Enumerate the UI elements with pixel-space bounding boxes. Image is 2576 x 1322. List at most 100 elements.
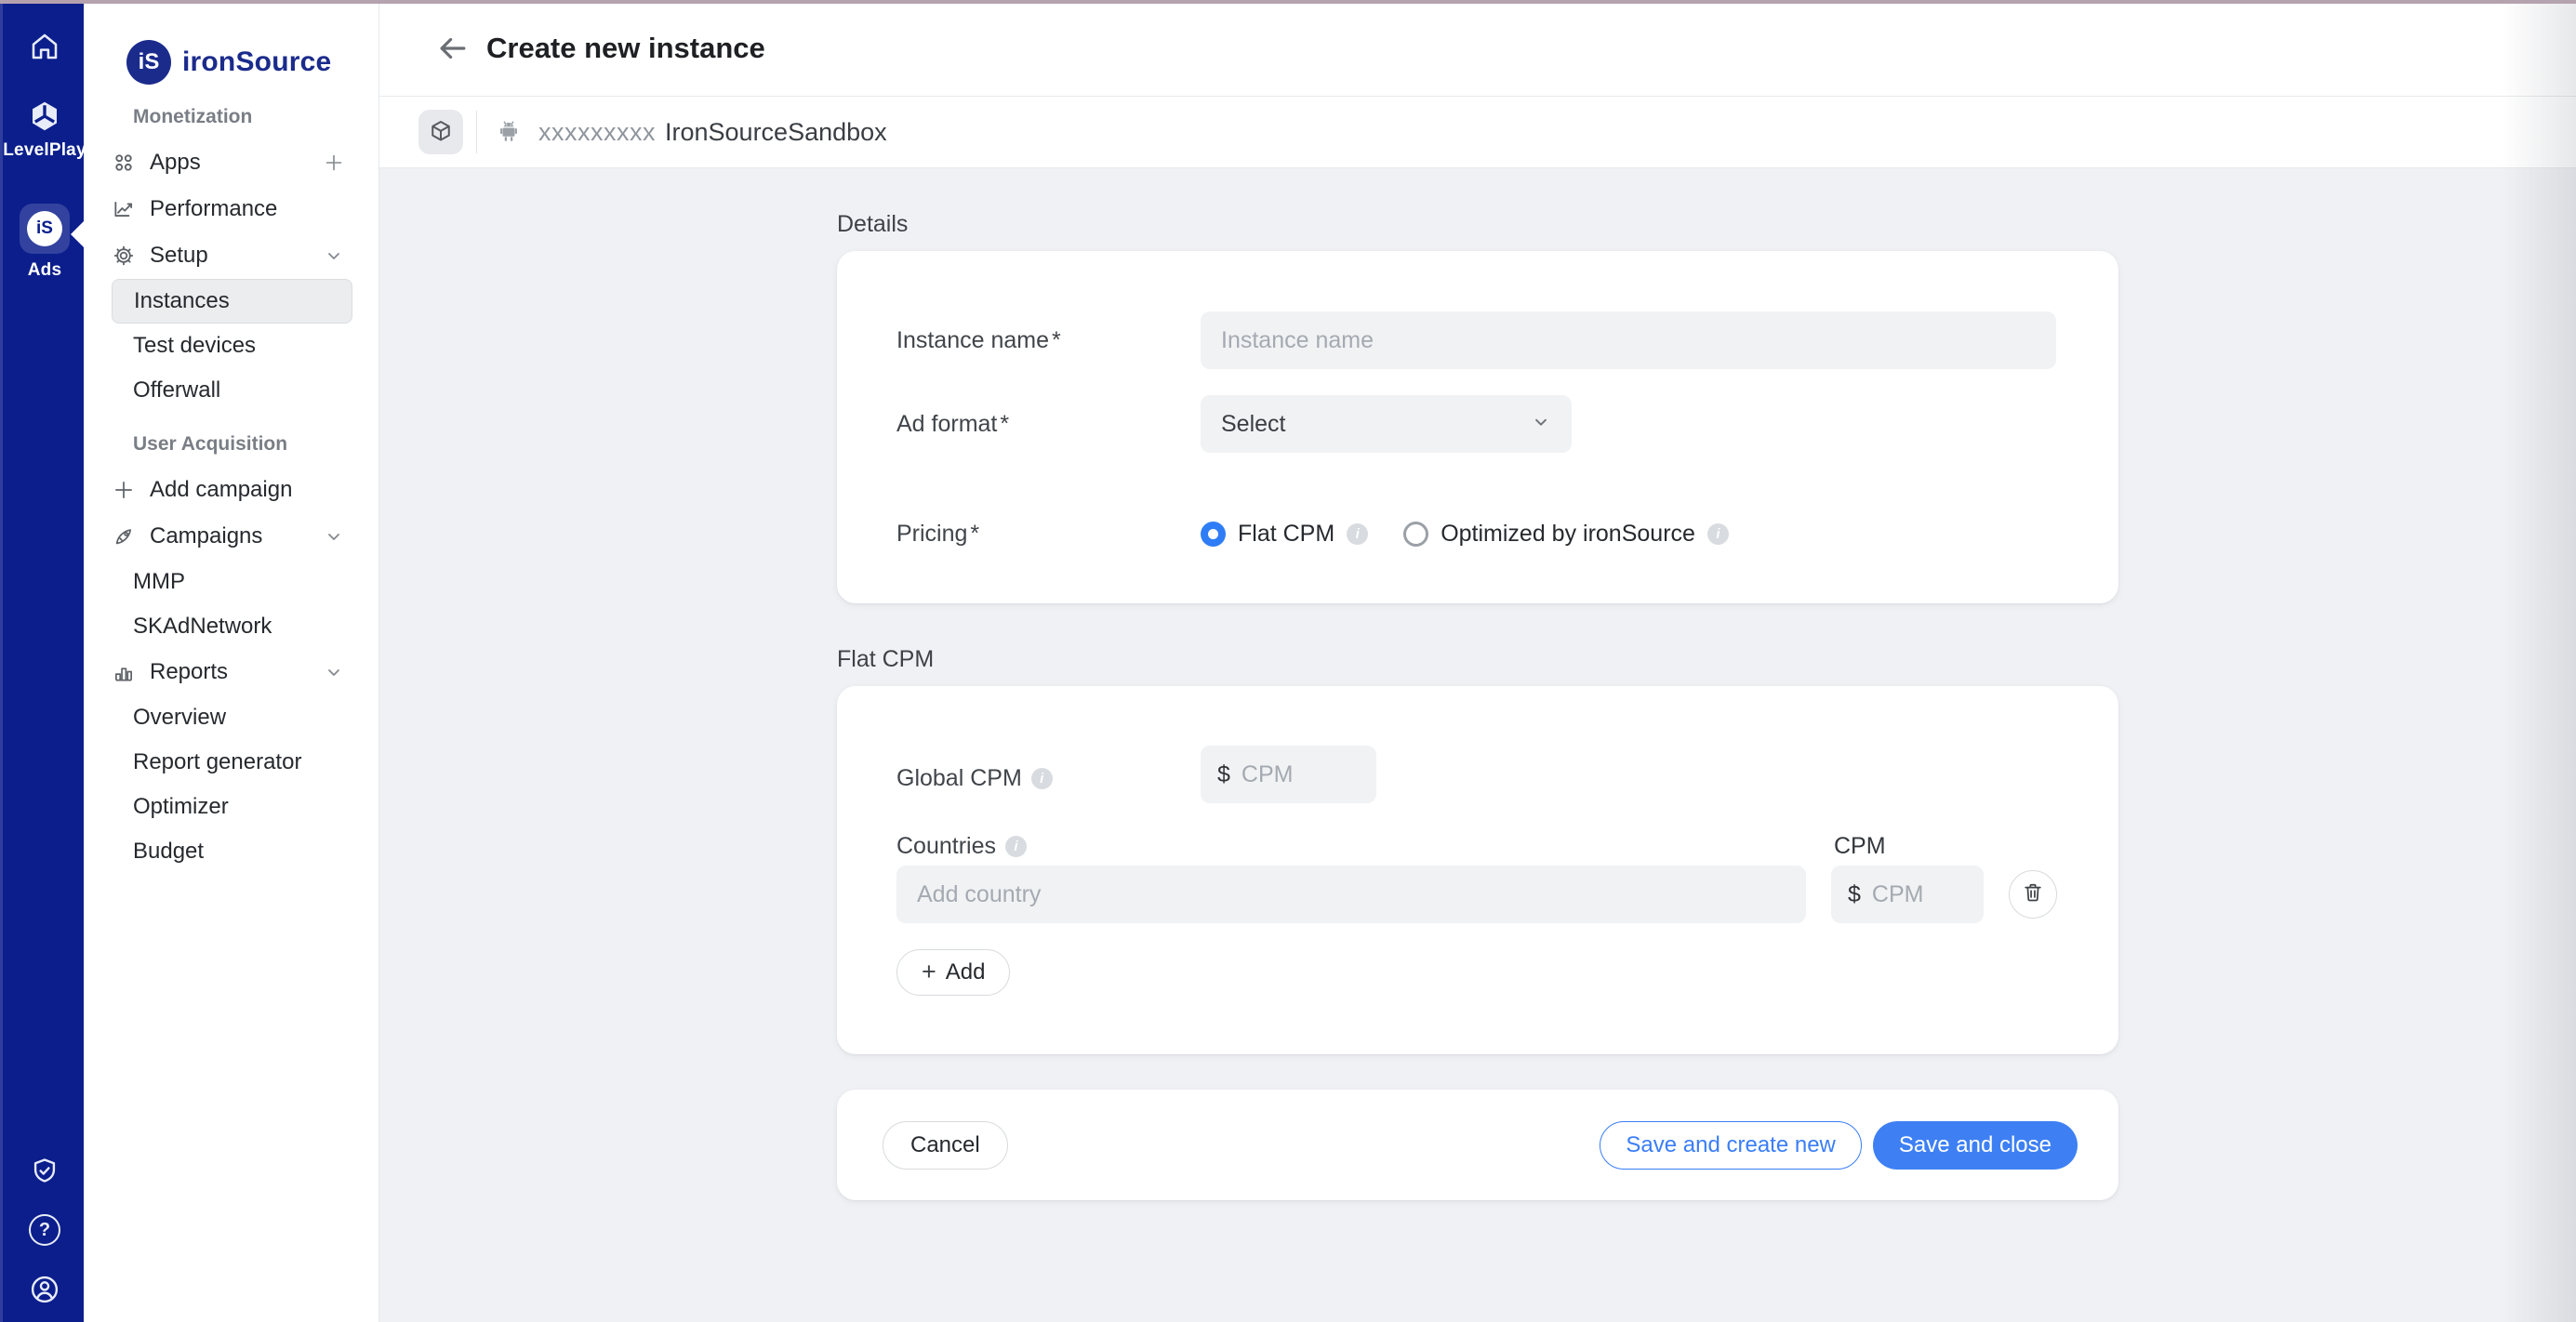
rail-item-label: LevelPlay xyxy=(3,140,86,161)
pricing-label: Pricing* xyxy=(896,521,979,548)
ad-format-label: Ad format* xyxy=(896,411,1009,438)
pricing-option-flat-cpm[interactable]: Flat CPM i xyxy=(1201,521,1368,548)
delete-country-row-button[interactable] xyxy=(2009,870,2057,919)
sidebar-item-report-generator[interactable]: Report generator xyxy=(112,740,352,785)
sidebar-item-optimizer[interactable]: Optimizer xyxy=(112,785,352,829)
app-rail: LevelPlay iS Ads ? xyxy=(0,0,84,1322)
country-cpm-input[interactable] xyxy=(1872,881,1967,908)
rail-item-label: Ads xyxy=(28,260,62,281)
currency-symbol: $ xyxy=(1848,881,1861,908)
trash-icon xyxy=(2021,880,2045,909)
active-app-notch xyxy=(71,221,84,247)
sidebar-item-instances[interactable]: Instances xyxy=(112,279,352,324)
global-cpm-input-wrap: $ xyxy=(1201,746,1376,803)
form-footer: Cancel Save and create new Save and clos… xyxy=(837,1090,2118,1200)
rocket-icon xyxy=(112,524,136,549)
ironsource-ads-icon: iS xyxy=(27,211,62,246)
pricing-radio-group: Flat CPM i Optimized by ironSource i xyxy=(1201,505,2081,562)
levelplay-unity-icon xyxy=(27,99,62,134)
brand-wordmark: ironSource xyxy=(182,46,331,78)
add-button-label: Add xyxy=(946,959,986,985)
countries-label: Countries xyxy=(896,833,996,860)
back-button[interactable] xyxy=(432,28,473,69)
chevron-down-icon xyxy=(323,245,345,267)
sidebar-item-setup[interactable]: Setup xyxy=(112,232,352,279)
instance-name-input[interactable] xyxy=(1201,311,2056,369)
bar-chart-icon xyxy=(112,660,136,684)
global-cpm-label: Global CPM xyxy=(896,765,1022,792)
pricing-option-optimized[interactable]: Optimized by ironSource i xyxy=(1403,521,1729,548)
sidebar-item-add-campaign[interactable]: Add campaign xyxy=(112,467,352,513)
sidebar-section-user-acquisition: User Acquisition xyxy=(112,433,351,456)
shield-check-icon xyxy=(29,1156,60,1187)
rail-item-privacy[interactable] xyxy=(3,1156,86,1187)
ad-format-select[interactable]: Select xyxy=(1201,395,1572,453)
apps-grid-icon xyxy=(112,151,136,175)
ad-format-select-value: Select xyxy=(1221,411,1285,438)
page-header: Create new instance xyxy=(379,0,2576,97)
brand-logo[interactable]: iS ironSource xyxy=(84,0,378,97)
cancel-button[interactable]: Cancel xyxy=(883,1121,1008,1170)
global-cpm-input[interactable] xyxy=(1242,761,1360,788)
sidebar-item-reports[interactable]: Reports xyxy=(112,649,352,695)
radio-unselected-icon[interactable] xyxy=(1403,522,1428,547)
rail-item-home[interactable] xyxy=(3,30,86,63)
home-icon xyxy=(28,30,61,63)
currency-symbol: $ xyxy=(1217,761,1230,788)
info-icon[interactable]: i xyxy=(1031,768,1053,789)
footer-actions: Save and create new Save and close xyxy=(1600,1121,2078,1170)
sidebar-item-budget[interactable]: Budget xyxy=(112,829,352,874)
rail-item-help[interactable]: ? xyxy=(3,1214,86,1246)
save-and-create-new-button[interactable]: Save and create new xyxy=(1600,1121,1861,1170)
global-cpm-label-group: Global CPM i xyxy=(896,765,1053,792)
details-section-heading: Details xyxy=(837,211,2118,238)
rail-item-account[interactable] xyxy=(3,1273,86,1306)
sidebar-item-mmp[interactable]: MMP xyxy=(112,560,352,604)
app-name: IronSourceSandbox xyxy=(665,118,887,147)
sidebar-item-skadnetwork[interactable]: SKAdNetwork xyxy=(112,604,352,649)
sidebar-item-performance[interactable]: Performance xyxy=(112,186,352,232)
gear-icon xyxy=(112,244,136,268)
plus-icon: + xyxy=(922,959,936,985)
account-icon xyxy=(28,1273,61,1306)
ironsource-logo-icon: iS xyxy=(126,40,171,85)
app-cube-icon xyxy=(418,110,463,154)
cpm-column-header: CPM xyxy=(1834,833,1886,860)
details-card: Instance name* Ad format* Select Pricing… xyxy=(837,251,2118,603)
sidebar-item-test-devices[interactable]: Test devices xyxy=(112,324,352,368)
countries-label-group: Countries i xyxy=(896,833,1027,860)
radio-selected-icon[interactable] xyxy=(1201,522,1226,547)
info-icon[interactable]: i xyxy=(1707,523,1729,545)
chevron-down-icon xyxy=(1529,410,1553,439)
divider xyxy=(476,111,477,153)
sidebar-item-overview[interactable]: Overview xyxy=(112,695,352,740)
help-icon: ? xyxy=(29,1214,60,1246)
app-screen: LevelPlay iS Ads ? xyxy=(0,0,2576,1322)
app-context-bar: xxxxxxxxx IronSourceSandbox xyxy=(379,97,2576,168)
android-icon xyxy=(494,117,524,147)
sidebar: iS ironSource Monetization Apps Per xyxy=(84,0,379,1322)
add-country-button[interactable]: + Add xyxy=(896,949,1010,996)
add-app-icon[interactable] xyxy=(323,152,345,174)
rail-item-levelplay[interactable]: LevelPlay xyxy=(3,99,86,161)
app-id: xxxxxxxxx xyxy=(538,118,656,147)
page-title: Create new instance xyxy=(486,32,765,65)
plus-icon xyxy=(112,478,136,502)
sidebar-item-apps[interactable]: Apps xyxy=(112,139,352,186)
ads-tile: iS xyxy=(20,204,70,254)
capture-border xyxy=(0,0,2576,4)
performance-chart-icon xyxy=(112,197,136,221)
sidebar-section-monetization: Monetization xyxy=(112,106,351,128)
save-and-close-button[interactable]: Save and close xyxy=(1873,1121,2078,1170)
main-area: Create new instance xxxxxxxxx xyxy=(379,0,2576,1322)
info-icon[interactable]: i xyxy=(1347,523,1368,545)
form-content: Details Instance name* Ad format* Select… xyxy=(837,211,2118,1200)
sidebar-item-campaigns[interactable]: Campaigns xyxy=(112,513,352,560)
chevron-down-icon xyxy=(323,525,345,548)
info-icon[interactable]: i xyxy=(1005,836,1027,857)
instance-name-label: Instance name* xyxy=(896,327,1061,354)
chevron-down-icon xyxy=(323,661,345,683)
sidebar-item-offerwall[interactable]: Offerwall xyxy=(112,368,352,413)
country-cpm-input-wrap: $ xyxy=(1831,866,1984,923)
country-input[interactable] xyxy=(896,866,1806,923)
